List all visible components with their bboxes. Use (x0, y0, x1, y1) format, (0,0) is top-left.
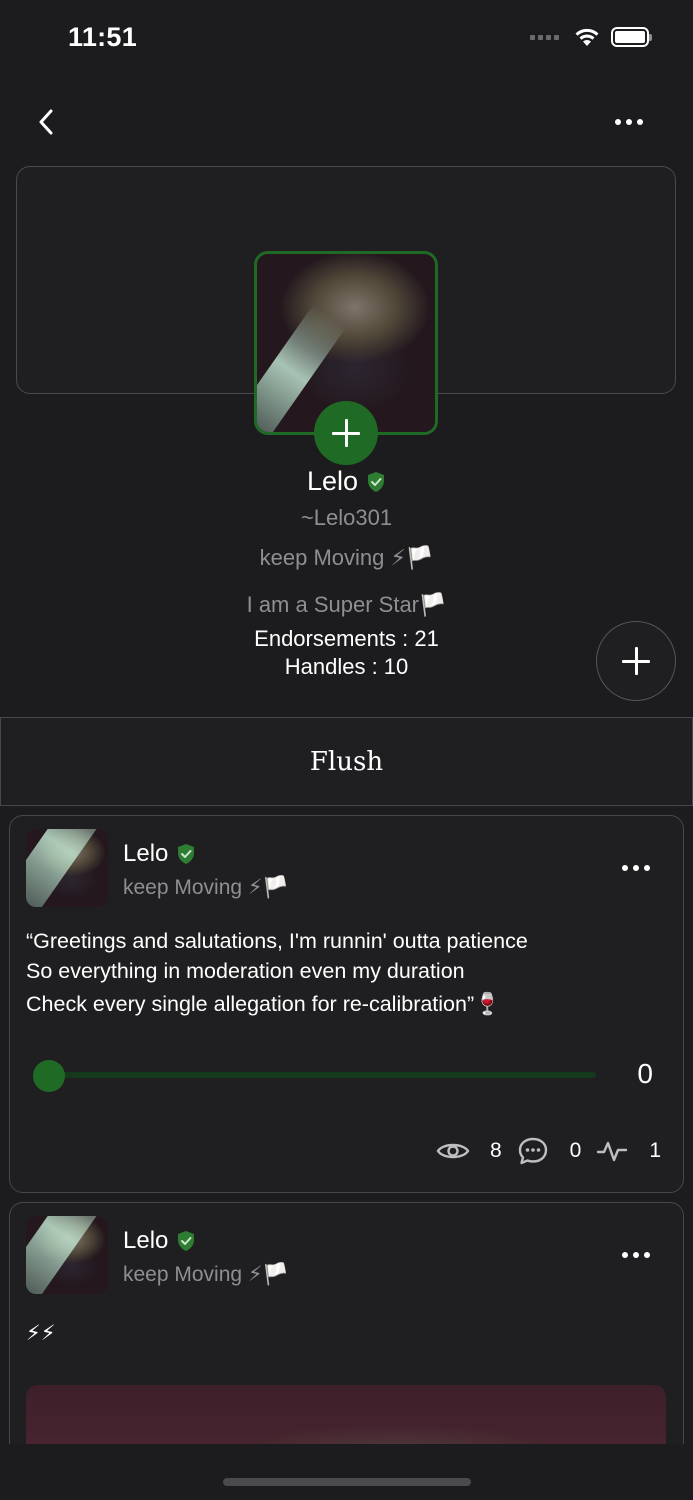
activity-button[interactable] (595, 1136, 629, 1166)
ellipsis-icon (615, 119, 643, 125)
chat-bubble-icon (518, 1137, 547, 1165)
endorsements-count[interactable]: Endorsements : 21 (0, 626, 693, 652)
chevron-left-icon (39, 109, 53, 135)
rating-slider-value: 0 (637, 1058, 653, 1089)
handles-count[interactable]: Handles : 10 (0, 654, 693, 680)
post-metrics: 8 0 1 (436, 1136, 661, 1166)
home-indicator[interactable] (223, 1478, 471, 1486)
wifi-icon (575, 28, 599, 46)
post-author-avatar[interactable] (26, 829, 108, 907)
ellipsis-icon (622, 865, 650, 871)
status-time: 11:51 (68, 22, 138, 52)
profile-more-button[interactable] (611, 108, 647, 136)
rating-slider-track[interactable] (50, 1072, 596, 1078)
create-post-button[interactable] (596, 621, 676, 701)
plus-icon (622, 647, 650, 675)
plus-icon (332, 419, 360, 447)
back-button[interactable] (30, 103, 62, 141)
profile-name-row: Lelo (0, 466, 693, 497)
post-more-button[interactable] (619, 856, 653, 880)
ellipsis-icon (622, 1252, 650, 1258)
eye-icon (436, 1143, 470, 1159)
tab-flush[interactable]: Flush (0, 717, 693, 806)
pulse-icon (597, 1141, 628, 1162)
post-text: “Greetings and salutations, I'm runnin' … (26, 926, 666, 1019)
comments-count: 0 (569, 1139, 582, 1162)
tab-flush-label: Flush (309, 746, 384, 777)
shield-check-icon (178, 844, 195, 864)
post-author-name[interactable]: Lelo (123, 1227, 168, 1255)
activity-count: 1 (649, 1139, 661, 1162)
post-card[interactable]: Lelo keep Moving ⚡🏳️ ⚡⚡ (9, 1202, 684, 1463)
profile-name: Lelo (306, 466, 359, 496)
add-photo-button[interactable] (314, 401, 378, 465)
post-text-line: “Greetings and salutations, I'm runnin' … (26, 929, 528, 953)
shield-check-icon (368, 471, 385, 492)
post-author-row: Lelo (123, 840, 196, 868)
views-button[interactable] (436, 1136, 470, 1166)
bottom-safe-area (0, 1444, 693, 1500)
post-author-tagline: keep Moving ⚡🏳️ (123, 1263, 289, 1286)
post-text-line: So everything in moderation even my dura… (26, 959, 465, 983)
post-card[interactable]: Lelo keep Moving ⚡🏳️ “Greetings and salu… (9, 815, 684, 1193)
post-author-row: Lelo (123, 1227, 196, 1255)
shield-check-icon (178, 1231, 195, 1251)
profile-tagline: keep Moving ⚡🏳️ (259, 545, 434, 570)
profile-bio: I am a Super Star🏳️ (246, 592, 447, 617)
signal-icon (530, 34, 559, 40)
post-text-line: Check every single allegation for re-cal… (26, 992, 501, 1016)
post-more-button[interactable] (619, 1243, 653, 1267)
post-author-tagline: keep Moving ⚡🏳️ (123, 876, 289, 899)
post-text: ⚡⚡ (26, 1322, 56, 1345)
rating-slider-thumb[interactable] (33, 1060, 65, 1092)
post-author-avatar[interactable] (26, 1216, 108, 1294)
battery-icon (611, 27, 652, 47)
profile-handle: ~Lelo301 (300, 505, 393, 530)
comments-button[interactable] (516, 1136, 550, 1166)
post-author-name[interactable]: Lelo (123, 840, 168, 868)
views-count: 8 (489, 1139, 502, 1162)
status-icons (530, 26, 652, 48)
